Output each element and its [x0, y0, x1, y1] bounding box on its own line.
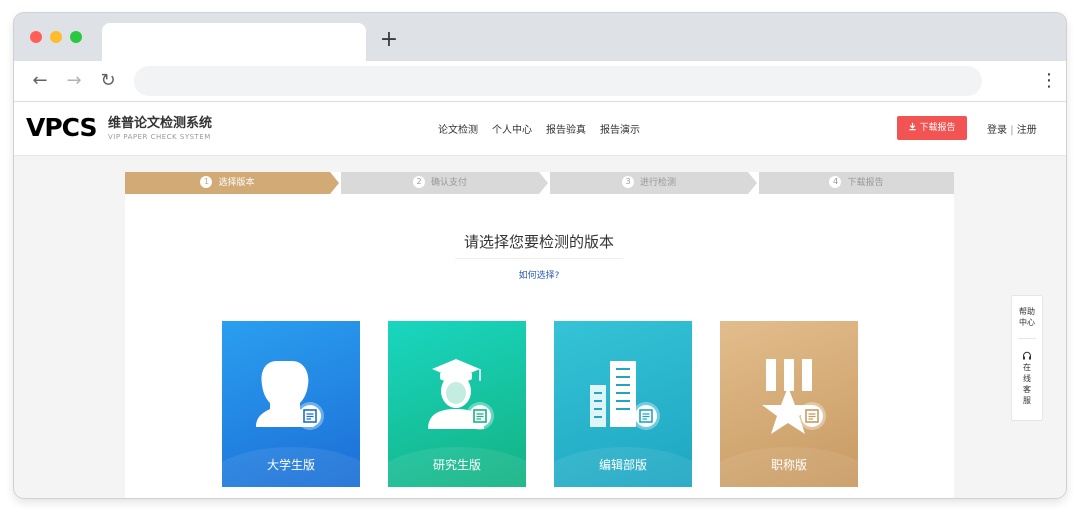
version-card-graduate[interactable]: 研究生版 [388, 321, 526, 487]
step-confirm-payment: 2 确认支付 [341, 172, 539, 194]
step-label: 确认支付 [430, 178, 467, 188]
site-logo[interactable]: VPCS [26, 114, 106, 142]
step-arrow [539, 172, 548, 194]
version-card-editorial[interactable]: 编辑部版 [554, 321, 692, 487]
new-tab-button[interactable]: + [376, 27, 402, 53]
active-tab[interactable] [102, 23, 366, 61]
step-arrow [330, 172, 339, 194]
nav-item-report-verify[interactable]: 报告验真 [546, 121, 586, 136]
online-service-label: 在线客服 [1023, 363, 1031, 405]
tab-bar: + [14, 13, 1066, 61]
auth-separator: | [1010, 125, 1014, 136]
step-arrow [748, 172, 757, 194]
help-divider [1018, 338, 1036, 339]
browser-toolbar: ← → ↻ ⋮ [14, 61, 1066, 102]
card-label: 大学生版 [266, 458, 315, 472]
version-card-undergraduate[interactable]: 大学生版 [222, 321, 360, 487]
step-checking: 3 进行检测 [550, 172, 748, 194]
register-link[interactable]: 注册 [1017, 125, 1037, 136]
card-label: 职称版 [770, 458, 807, 472]
page: VPCS 维普论文检测系统 VIP PAPER CHECK SYSTEM 论文检… [14, 102, 1066, 498]
step-number: 1 [200, 175, 213, 188]
online-service-link[interactable]: 在线客服 [1012, 362, 1042, 406]
step-number: 4 [829, 175, 842, 188]
help-center-link[interactable]: 帮助中心 [1012, 306, 1042, 328]
how-to-choose-link[interactable]: 如何选择? [455, 268, 623, 281]
login-link[interactable]: 登录 [987, 125, 1007, 136]
help-sidebar: 帮助中心 在线客服 [1011, 295, 1043, 421]
card-label: 研究生版 [432, 458, 481, 472]
step-select-version: 1 选择版本 [125, 172, 330, 194]
step-number: 3 [621, 175, 634, 188]
progress-steps: 1 选择版本 2 确认支付 3 进行检测 4 下载报告 [125, 172, 954, 194]
step-download-report: 4 下载报告 [759, 172, 954, 194]
version-card-professional-title[interactable]: 职称版 [720, 321, 858, 487]
forward-icon[interactable]: → [62, 69, 86, 93]
address-bar[interactable] [134, 66, 982, 96]
nav-item-report-demo[interactable]: 报告演示 [600, 121, 640, 136]
site-subtitle: VIP PAPER CHECK SYSTEM [108, 133, 211, 141]
browser-window: + ← → ↻ ⋮ VPCS 维普论文检测系统 VIP PAPER CHECK … [14, 13, 1066, 498]
main-nav: 论文检测 个人中心 报告验真 报告演示 [438, 121, 654, 136]
download-report-label: 下载报告 [919, 123, 956, 133]
site-header: VPCS 维普论文检测系统 VIP PAPER CHECK SYSTEM 论文检… [14, 102, 1066, 156]
site-name: 维普论文检测系统 [108, 116, 213, 131]
reload-icon[interactable]: ↻ [96, 69, 120, 93]
nav-item-personal-center[interactable]: 个人中心 [492, 121, 532, 136]
minimize-window-button[interactable] [50, 31, 62, 43]
download-report-button[interactable]: 下载报告 [897, 116, 967, 140]
close-window-button[interactable] [30, 31, 42, 43]
card-label: 编辑部版 [598, 458, 647, 472]
auth-links: 登录 | 注册 [987, 121, 1037, 136]
nav-item-paper-check[interactable]: 论文检测 [438, 121, 478, 136]
title-divider [455, 258, 623, 259]
download-icon [909, 122, 917, 131]
step-number: 2 [412, 175, 425, 188]
browser-menu-icon[interactable]: ⋮ [1040, 69, 1058, 93]
help-center-label: 帮助中心 [1019, 307, 1035, 327]
step-label: 选择版本 [218, 178, 255, 188]
logo-text: VPCS [26, 113, 97, 142]
page-title: 请选择您要检测的版本 [463, 233, 614, 251]
step-label: 进行检测 [639, 178, 676, 188]
step-label: 下载报告 [847, 178, 884, 188]
maximize-window-button[interactable] [70, 31, 82, 43]
back-icon[interactable]: ← [28, 69, 52, 93]
